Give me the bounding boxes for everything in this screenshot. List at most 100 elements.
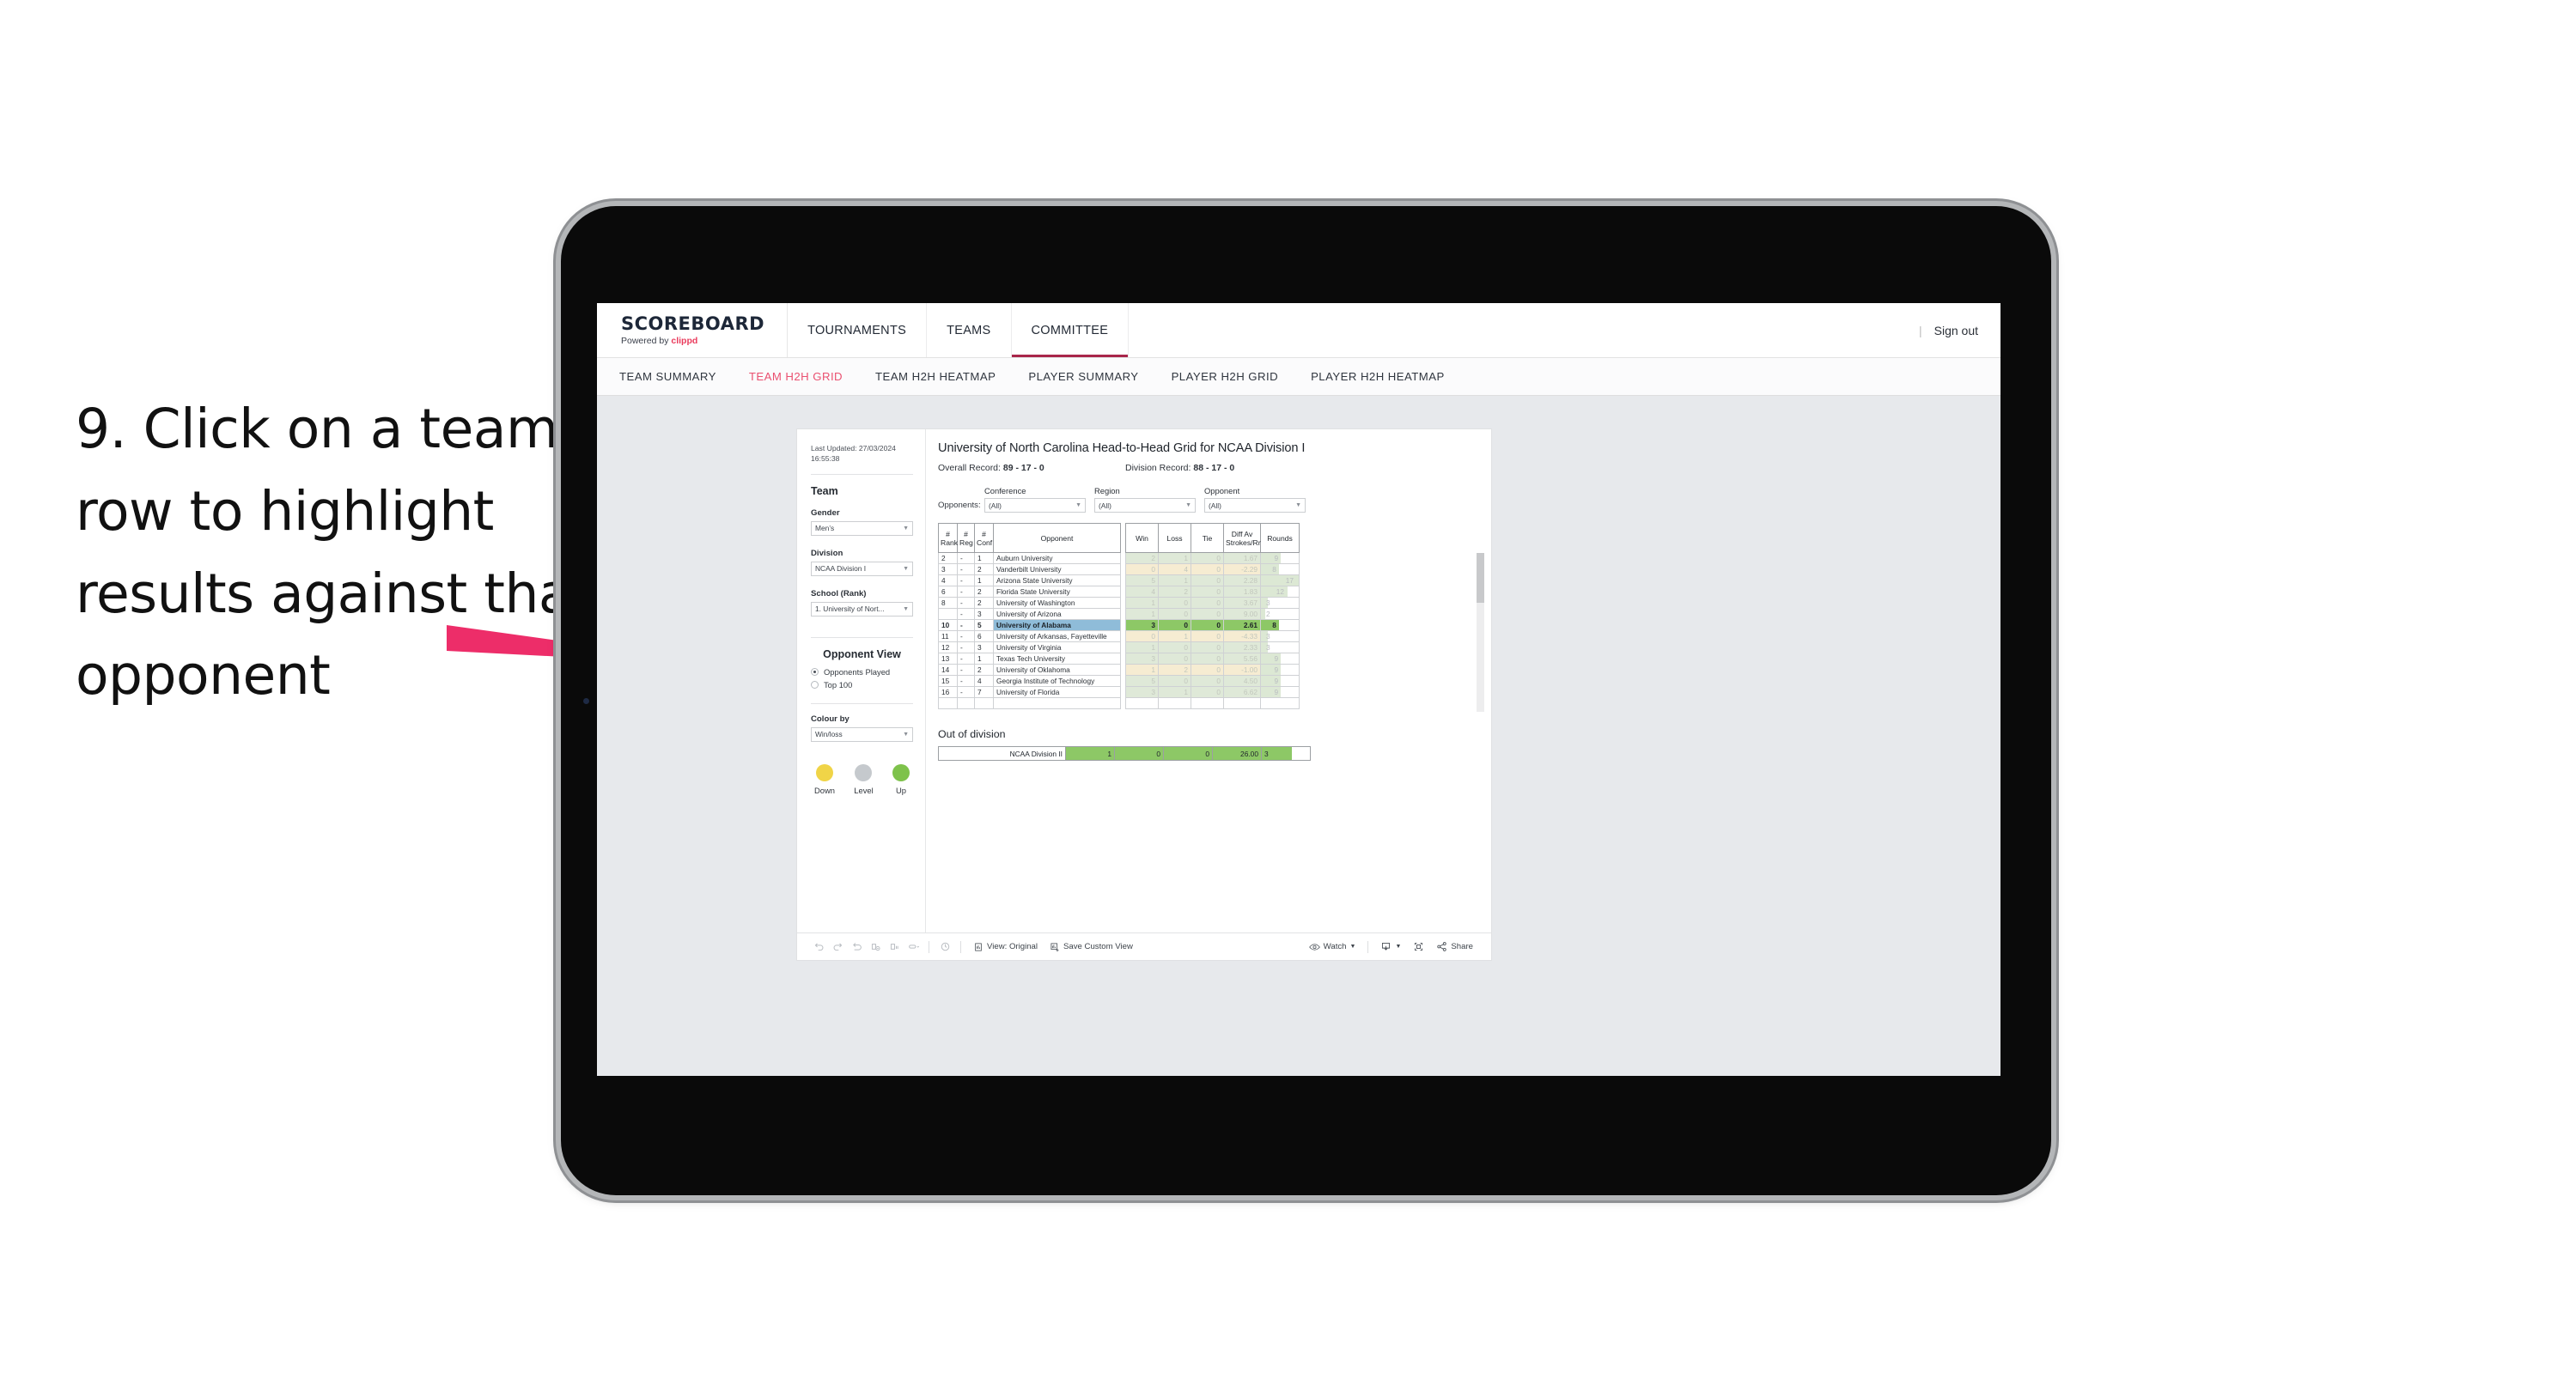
header-separator: | <box>1918 323 1922 337</box>
view-original-button[interactable]: View: Original <box>967 942 1044 952</box>
revert-icon[interactable] <box>847 938 866 957</box>
table-footer-row <box>938 697 1300 709</box>
conference-filter: Conference (All) ▼ <box>984 486 1086 513</box>
clippd-wordmark: clippd <box>671 335 698 346</box>
nav-item-teams[interactable]: TEAMS <box>927 303 1012 357</box>
watch-button[interactable]: Watch ▼ <box>1303 942 1362 952</box>
cell-reg: - <box>957 641 975 653</box>
cell-loss: 1 <box>1158 574 1191 586</box>
table-row[interactable]: 10-5 University of Alabama 3 0 0 2.61 8 <box>938 619 1300 631</box>
cell-win: 5 <box>1125 675 1159 687</box>
table-row[interactable]: 3-2 Vanderbilt University 0 4 0 -2.29 8 <box>938 563 1300 575</box>
tab-player-h2h-grid[interactable]: PLAYER H2H GRID <box>1172 370 1279 383</box>
school-select[interactable]: 1. University of Nort... ▼ <box>811 601 913 617</box>
cell-rounds: 8 <box>1260 619 1300 631</box>
division-select[interactable]: NCAA Division I ▼ <box>811 561 913 576</box>
region-filter-select[interactable]: (All) ▼ <box>1094 498 1196 513</box>
undo-icon[interactable] <box>809 938 828 957</box>
cell-diff: 3.67 <box>1223 597 1261 609</box>
radio-button-icon <box>811 667 819 676</box>
legend-label: Down <box>814 785 835 795</box>
tab-player-summary[interactable]: PLAYER SUMMARY <box>1028 370 1138 383</box>
table-row[interactable]: 6-2 Florida State University 4 2 0 1.83 12 <box>938 586 1300 598</box>
division-value: NCAA Division I <box>815 564 867 574</box>
table-vertical-scrollbar[interactable] <box>1477 553 1484 712</box>
rounds-value: 9 <box>1274 654 1279 663</box>
table-row[interactable]: NCAA Division II 1 0 0 26.00 3 <box>938 746 1311 761</box>
cell-opponent: University of Arkansas, Fayetteville <box>993 630 1121 642</box>
cell-opponent: Auburn University <box>993 552 1121 564</box>
view-original-label: View: Original <box>987 942 1038 951</box>
table-row[interactable]: 2-1 Auburn University 2 1 0 1.67 9 <box>938 552 1300 564</box>
tablet-screen: SCOREBOARD Powered by clippd TOURNAMENTS… <box>597 303 2001 1076</box>
rounds-value: 3 <box>1266 598 1270 607</box>
cell-rounds: 17 <box>1260 574 1300 586</box>
tab-player-h2h-heatmap[interactable]: PLAYER H2H HEATMAP <box>1311 370 1445 383</box>
conference-filter-select[interactable]: (All) ▼ <box>984 498 1086 513</box>
table-row[interactable]: 16-7 University of Florida 3 1 0 6.62 9 <box>938 686 1300 698</box>
tab-team-summary[interactable]: TEAM SUMMARY <box>619 370 716 383</box>
table-row[interactable]: -3 University of Arizona 1 0 0 9.00 2 <box>938 608 1300 620</box>
cell-tie: 0 <box>1191 619 1224 631</box>
refresh-data-icon[interactable] <box>866 938 885 957</box>
cell-loss: 4 <box>1158 563 1191 575</box>
dashboard-area: Last Updated: 27/03/2024 16:55:38 Team G… <box>597 396 2001 961</box>
download-button[interactable]: ▼ <box>1374 941 1407 952</box>
radio-button-icon <box>811 680 819 689</box>
gender-select[interactable]: Men’s ▼ <box>811 520 913 536</box>
table-row[interactable]: 11-6 University of Arkansas, Fayetteville… <box>938 630 1300 642</box>
table-row[interactable]: 14-2 University of Oklahoma 1 2 0 -1.00 9 <box>938 664 1300 676</box>
radio-opponents-played[interactable]: Opponents Played <box>811 667 913 677</box>
radio-top-100[interactable]: Top 100 <box>811 680 913 689</box>
gender-field: Gender Men’s ▼ <box>811 508 913 536</box>
cell-rounds: 12 <box>1260 586 1300 598</box>
tab-team-h2h-grid[interactable]: TEAM H2H GRID <box>749 370 843 383</box>
sub-navigation: TEAM SUMMARY TEAM H2H GRID TEAM H2H HEAT… <box>597 358 2001 396</box>
cell-rank: 3 <box>938 563 958 575</box>
opponents-filter-label: Opponents: <box>938 501 981 510</box>
th-tie: Tie <box>1191 523 1224 553</box>
rounds-value: 17 <box>1285 576 1294 585</box>
school-value: 1. University of Nort... <box>815 604 885 614</box>
cell-reg: - <box>957 586 975 598</box>
cell-diff: 2.33 <box>1223 641 1261 653</box>
watch-label: Watch <box>1323 942 1347 951</box>
school-field: School (Rank) 1. University of Nort... ▼ <box>811 589 913 617</box>
cell-rounds: 9 <box>1260 675 1300 687</box>
cell-opponent: University of Arizona <box>993 608 1121 620</box>
records-row: Overall Record: 89 - 17 - 0 Division Rec… <box>938 463 1476 473</box>
colour-by-field: Colour by Win/loss ▼ <box>811 714 913 742</box>
gender-value: Men’s <box>815 524 835 533</box>
table-row[interactable]: 12-3 University of Virginia 1 0 0 2.33 3 <box>938 641 1300 653</box>
cell-opponent: University of Virginia <box>993 641 1121 653</box>
cell-win: 3 <box>1125 653 1159 665</box>
cell-diff: -4.33 <box>1223 630 1261 642</box>
cell-conf: 5 <box>974 619 994 631</box>
auto-update-icon[interactable] <box>904 938 923 957</box>
rounds-value: 9 <box>1274 677 1279 685</box>
table-row[interactable]: 8-2 University of Washington 1 0 0 3.67 3 <box>938 597 1300 609</box>
nav-item-committee[interactable]: COMMITTEE <box>1011 303 1130 357</box>
table-row[interactable]: 4-1 Arizona State University 5 1 0 2.28 17 <box>938 574 1300 586</box>
redo-icon[interactable] <box>828 938 847 957</box>
alerts-icon[interactable] <box>935 938 954 957</box>
table-row[interactable]: 15-4 Georgia Institute of Technology 5 0 0 4.… <box>938 675 1300 687</box>
cell-tie: 0 <box>1191 675 1224 687</box>
cell-conf: 3 <box>974 608 994 620</box>
pause-updates-icon[interactable] <box>885 938 904 957</box>
cell-opponent: University of Washington <box>993 597 1121 609</box>
fullscreen-button[interactable] <box>1407 941 1430 952</box>
save-custom-view-button[interactable]: Save Custom View <box>1044 942 1139 952</box>
legend-item-down: Down <box>814 763 835 795</box>
colour-by-select[interactable]: Win/loss ▼ <box>811 726 913 742</box>
nav-item-tournaments[interactable]: TOURNAMENTS <box>788 303 928 357</box>
opponent-filter-select[interactable]: (All) ▼ <box>1204 498 1306 513</box>
cell-rank: 16 <box>938 686 958 698</box>
table-row[interactable]: 13-1 Texas Tech University 3 0 0 5.56 9 <box>938 653 1300 665</box>
share-button[interactable]: Share <box>1430 941 1479 952</box>
scrollbar-thumb[interactable] <box>1477 553 1484 603</box>
cell-conf: 1 <box>974 552 994 564</box>
cell-diff: -2.29 <box>1223 563 1261 575</box>
sign-out-link[interactable]: Sign out <box>1934 324 1978 337</box>
tab-team-h2h-heatmap[interactable]: TEAM H2H HEATMAP <box>875 370 996 383</box>
